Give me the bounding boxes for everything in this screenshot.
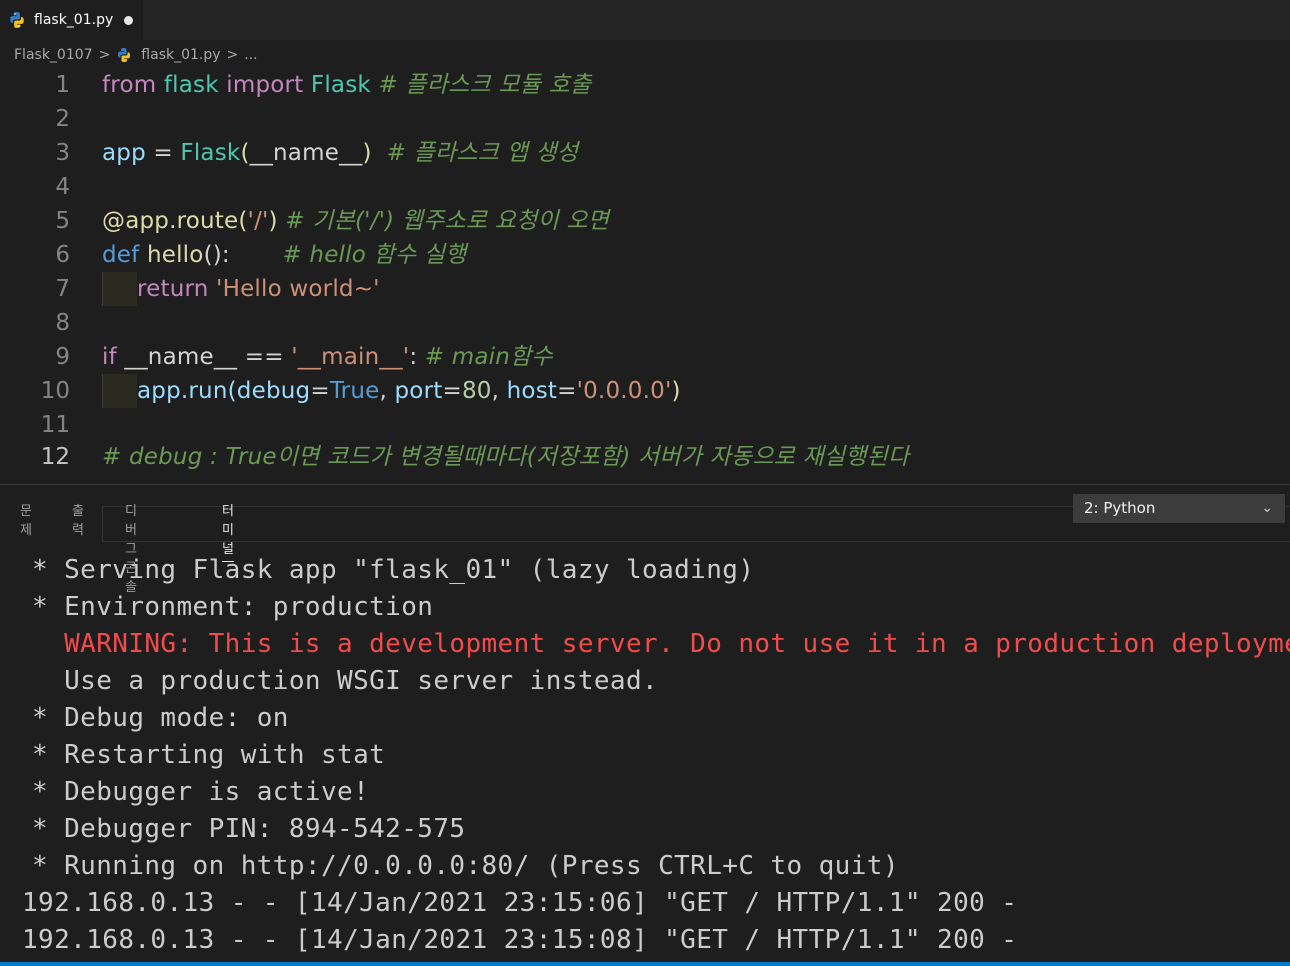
line-number: 5 <box>55 208 70 234</box>
code-line: 2 <box>0 102 1290 136</box>
line-number: 11 <box>40 412 70 438</box>
chevron-down-icon: ⌄ <box>1261 500 1273 516</box>
indent-guide <box>102 272 137 306</box>
terminal-line: * Running on http://0.0.0.0:80/ (Press C… <box>32 851 899 881</box>
terminal-output[interactable]: * Serving Flask app "flask_01" (lazy loa… <box>0 552 1290 955</box>
terminal-log-line: 192.168.0.13 - - [14/Jan/2021 23:15:08] … <box>22 925 1018 955</box>
code-line: 3 app = Flask(__name__) # 플라스크 앱 생성 <box>0 136 1290 170</box>
terminal-line: * Serving Flask app "flask_01" (lazy loa… <box>32 555 755 585</box>
code-line: 5 @app.route('/') # 기본('/') 웹주소로 요청이 오면 <box>0 204 1290 238</box>
code-line: 6 def hello(): # hello 함수 실행 <box>0 238 1290 272</box>
terminal-line: * Debugger PIN: 894-542-575 <box>32 814 466 844</box>
indent-guide <box>102 374 137 408</box>
chevron-right-icon: > <box>98 47 111 63</box>
code-text[interactable]: app.run(debug=True, port=80, host='0.0.0… <box>102 374 681 408</box>
line-number: 7 <box>55 276 70 302</box>
python-icon <box>118 48 131 62</box>
status-bar <box>0 962 1290 966</box>
terminal-warning-line: WARNING: This is a development server. D… <box>32 629 1290 659</box>
terminal-line: Use a production WSGI server instead. <box>32 666 659 696</box>
line-number: 6 <box>55 242 70 268</box>
code-line: 4 <box>0 170 1290 204</box>
tab-output[interactable]: 출력 <box>72 500 84 538</box>
unsaved-dot-icon[interactable] <box>124 15 134 25</box>
code-line: 1 from flask import Flask # 플라스크 모듈 호출 <box>0 68 1290 102</box>
code-text[interactable]: def hello(): # hello 함수 실행 <box>102 238 466 272</box>
tab-flask-01[interactable]: flask_01.py <box>0 0 143 40</box>
terminal-log-line: 192.168.0.13 - - [14/Jan/2021 23:15:06] … <box>22 888 1018 918</box>
tab-label: flask_01.py <box>34 12 114 28</box>
code-text[interactable]: @app.route('/') # 기본('/') 웹주소로 요청이 오면 <box>102 204 609 238</box>
panel-divider <box>0 484 1290 485</box>
terminal-line: * Debugger is active! <box>32 777 370 807</box>
terminal-select-value: 2: Python <box>1084 499 1156 517</box>
terminal-line: * Environment: production <box>32 592 434 622</box>
line-number: 12 <box>40 444 70 470</box>
code-text[interactable]: app = Flask(__name__) # 플라스크 앱 생성 <box>102 136 578 170</box>
code-text[interactable]: return 'Hello world~' <box>102 272 380 306</box>
terminal-select[interactable]: 2: Python ⌄ <box>1073 494 1285 523</box>
code-editor[interactable]: 1 from flask import Flask # 플라스크 모듈 호출 2… <box>0 68 1290 542</box>
chevron-right-icon: > <box>226 47 239 63</box>
code-text[interactable]: # debug : True이면 코드가 변경될때마다(저장포함) 서버가 자동… <box>102 440 909 474</box>
code-line: 11 <box>0 408 1290 442</box>
code-line: 9 if __name__ == '__main__': # main함수 <box>0 340 1290 374</box>
breadcrumb-folder[interactable]: Flask_0107 <box>14 47 93 63</box>
code-text[interactable]: if __name__ == '__main__': # main함수 <box>102 340 553 374</box>
tab-problems[interactable]: 문제 <box>20 500 32 538</box>
breadcrumb-file[interactable]: flask_01.py <box>141 47 220 63</box>
python-icon <box>10 12 24 28</box>
code-line: 12 # debug : True이면 코드가 변경될때마다(저장포함) 서버가… <box>0 440 1290 474</box>
editor-tab-bar: flask_01.py <box>0 0 1290 40</box>
terminal-line: * Debug mode: on <box>32 703 289 733</box>
code-line: 10 app.run(debug=True, port=80, host='0.… <box>0 374 1290 408</box>
breadcrumb-more[interactable]: ... <box>244 47 257 63</box>
line-number: 1 <box>55 72 70 98</box>
line-number: 3 <box>55 140 70 166</box>
terminal-line: * Restarting with stat <box>32 740 386 770</box>
code-line: 7 return 'Hello world~' <box>0 272 1290 306</box>
line-number: 4 <box>55 174 70 200</box>
line-number: 8 <box>55 310 70 336</box>
line-number: 2 <box>55 106 70 132</box>
code-line: 8 <box>0 306 1290 340</box>
line-number: 10 <box>40 378 70 404</box>
breadcrumb: Flask_0107 > flask_01.py > ... <box>14 44 258 66</box>
line-number: 9 <box>55 344 70 370</box>
code-text[interactable]: from flask import Flask # 플라스크 모듈 호출 <box>102 68 591 102</box>
